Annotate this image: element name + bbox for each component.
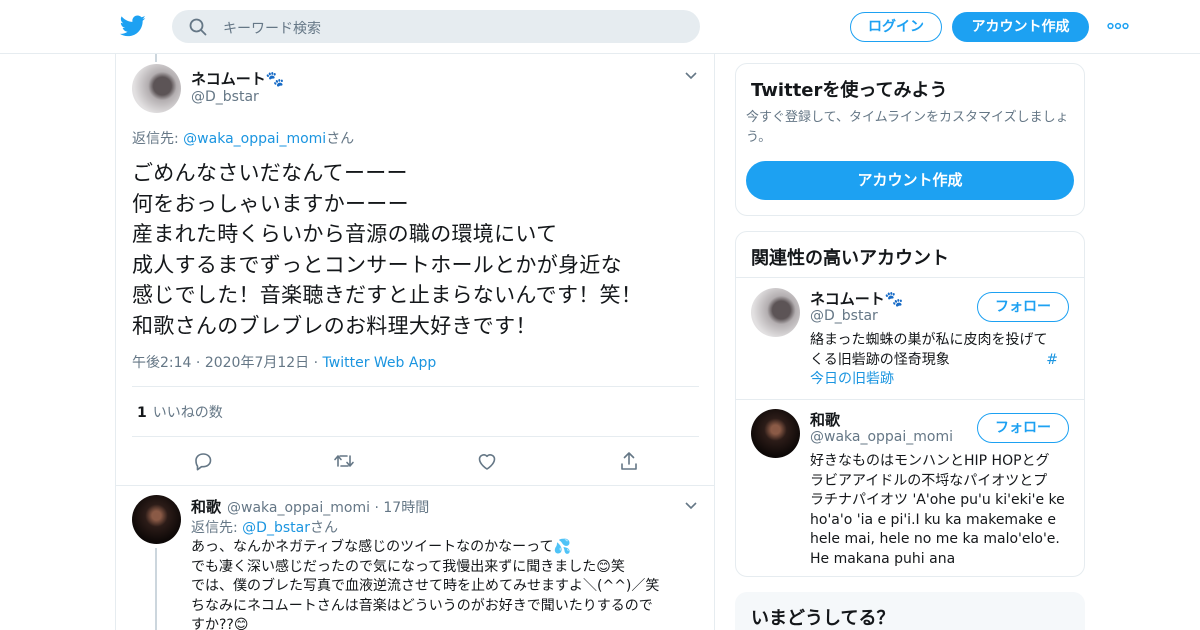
reply-mention-link[interactable]: @D_bstar <box>242 520 310 536</box>
card-title: いまどうしてる？ <box>751 608 895 629</box>
hashtag-link[interactable]: 今日の旧砦跡 <box>810 370 1072 390</box>
top-header: キーワード検索 ログイン アカウント作成 <box>0 0 1200 54</box>
chevron-down-icon[interactable] <box>684 501 698 511</box>
reply-author-handle[interactable]: @waka_oppai_momi · 17時間 <box>227 497 429 517</box>
like-count[interactable]: 1 いいねの数 <box>137 402 223 422</box>
related-accounts-card: 関連性の高いアカウント ネコムート🐾 @D_bstar フォロー 絡まった蜘蛛の… <box>735 231 1085 577</box>
divider <box>132 386 699 387</box>
twitter-logo-icon[interactable] <box>119 13 147 39</box>
account-handle[interactable]: @D_bstar <box>810 308 878 324</box>
like-heart-icon[interactable] <box>476 450 498 472</box>
account-bio: 好きなものはモンハンとHIP HOPとグ ラビアアイドルの不埒なパイオツとプ ラ… <box>810 453 1065 567</box>
divider <box>116 485 714 486</box>
card-title: Twitterを使ってみよう <box>751 80 948 101</box>
thread-connector <box>155 54 157 62</box>
card-subtitle: 今すぐ登録して、タイムラインをカスタマイズしましょう。 <box>746 110 1069 145</box>
whats-happening-card: いまどうしてる？ <box>735 592 1085 630</box>
card-title: 関連性の高いアカウント <box>751 248 949 269</box>
account-name[interactable]: 和歌 <box>810 409 840 430</box>
share-icon[interactable] <box>618 450 640 472</box>
source-app-link[interactable]: Twitter Web App <box>323 355 437 371</box>
reply-author-name[interactable]: 和歌 <box>191 496 221 517</box>
follow-button[interactable]: フォロー <box>977 413 1069 443</box>
account-handle[interactable]: @waka_oppai_momi <box>810 429 953 445</box>
avatar[interactable] <box>132 64 181 113</box>
more-options-icon[interactable] <box>1107 20 1129 32</box>
tweet-text: ごめんなさいだなんてーーー 何をおっしゃいますかーーー 産まれた時くらいから音源… <box>132 161 643 338</box>
avatar[interactable] <box>751 288 800 337</box>
account-name[interactable]: ネコムート🐾 <box>810 288 903 309</box>
divider <box>132 436 699 437</box>
reply-text: あっ、なんかネガティブな感じのツイートなのかなーって💦 でも凄く深い感じだったの… <box>191 539 660 630</box>
account-bio: 絡まった蜘蛛の巣が私に皮肉を投げて くる旧砦跡の怪奇現象 # 今日の旧砦跡 <box>810 331 1072 390</box>
tweet-author-handle[interactable]: @D_bstar <box>191 89 259 105</box>
avatar[interactable] <box>751 409 800 458</box>
avatar[interactable] <box>132 495 181 544</box>
search-input[interactable]: キーワード検索 <box>223 18 321 38</box>
search-bar[interactable]: キーワード検索 <box>172 10 700 43</box>
divider <box>736 399 1084 400</box>
reply-context: 返信先: @D_bstarさん <box>191 520 338 536</box>
thread-connector <box>155 548 157 630</box>
login-button[interactable]: ログイン <box>850 12 942 42</box>
signup-promo-card: Twitterを使ってみよう 今すぐ登録して、タイムラインをカスタマイズしましょ… <box>735 63 1085 216</box>
tweet-timestamp: 午後2:14 · 2020年7月12日 · Twitter Web App <box>132 355 437 371</box>
signup-button[interactable]: アカウント作成 <box>952 12 1089 42</box>
tweet-author-name[interactable]: ネコムート🐾 <box>191 68 284 89</box>
reply-mention-link[interactable]: @waka_oppai_momi <box>183 131 326 147</box>
chevron-down-icon[interactable] <box>684 71 698 81</box>
divider <box>736 277 1084 278</box>
reply-context: 返信先: @waka_oppai_momiさん <box>132 131 355 147</box>
create-account-button[interactable]: アカウント作成 <box>746 161 1074 200</box>
reply-icon[interactable] <box>192 450 214 472</box>
follow-button[interactable]: フォロー <box>977 292 1069 322</box>
retweet-icon[interactable] <box>333 450 355 472</box>
tweet-column: ネコムート🐾 @D_bstar 返信先: @waka_oppai_momiさん … <box>115 54 715 630</box>
search-icon <box>189 18 207 36</box>
